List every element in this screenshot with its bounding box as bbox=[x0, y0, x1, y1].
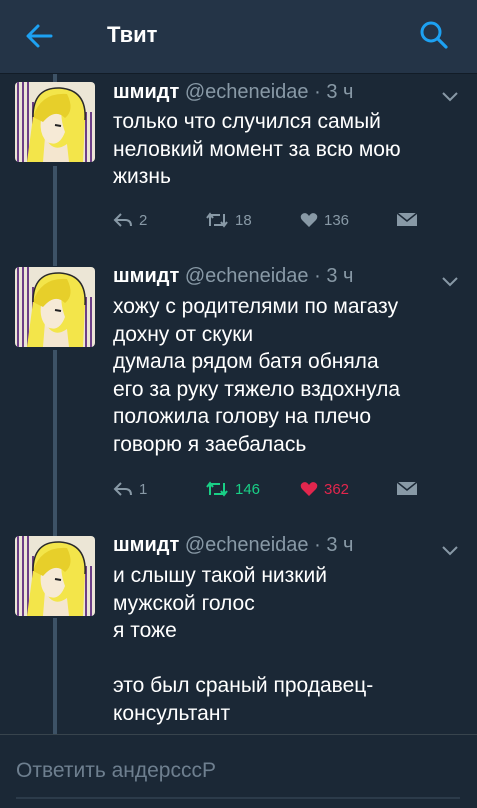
chevron-down-icon[interactable] bbox=[440, 544, 460, 558]
reply-count: 1 bbox=[139, 480, 148, 498]
tweet-actions: 2 18 136 bbox=[113, 209, 433, 231]
tweet-text-line: это был сраный продавец- bbox=[113, 674, 374, 697]
tweet-text-line: его за руку тяжело вздохнула bbox=[113, 377, 401, 401]
chevron-down-icon[interactable] bbox=[440, 275, 460, 289]
author-handle[interactable]: @echeneidae bbox=[185, 534, 309, 556]
tweet-text: хожу с родителями по магазу дохну от ску… bbox=[113, 293, 468, 458]
tweet-text-line bbox=[113, 645, 468, 673]
retweet-button[interactable]: 18 bbox=[205, 209, 252, 231]
retweet-count: 18 bbox=[235, 211, 252, 229]
reply-button[interactable]: 1 bbox=[113, 478, 147, 500]
chevron-down-icon[interactable] bbox=[440, 90, 460, 104]
thread-connector bbox=[53, 166, 57, 266]
retweet-icon bbox=[206, 481, 228, 497]
retweet-count: 146 bbox=[235, 480, 261, 498]
tweet-text-line: только что случился самый bbox=[113, 110, 381, 133]
tweet-text: и слышу такой низкий мужской голос я тож… bbox=[113, 562, 468, 727]
envelope-icon bbox=[396, 481, 418, 495]
tweet-text-line: я тоже bbox=[113, 619, 177, 642]
tweet-text-line: говорю я заебалась bbox=[113, 432, 307, 456]
direct-message-button[interactable] bbox=[396, 478, 418, 500]
arrow-left-icon[interactable] bbox=[24, 22, 54, 50]
thread-connector bbox=[53, 350, 57, 536]
page-title: Твит bbox=[107, 22, 158, 47]
tweet-text-line: консультант bbox=[113, 701, 231, 725]
reply-input[interactable] bbox=[16, 745, 460, 799]
retweet-icon bbox=[206, 212, 228, 228]
tweet-header: шмидт @echeneidae · 3 ч bbox=[113, 81, 353, 104]
tweet-text-line: неловкий момент за всю мою bbox=[113, 137, 401, 161]
tweet-header: шмидт @echeneidae · 3 ч bbox=[113, 265, 353, 288]
like-button[interactable]: 136 bbox=[300, 209, 349, 231]
tweet-text-line: и слышу такой низкий bbox=[113, 564, 327, 587]
tweet-text-line: мужской голос bbox=[113, 591, 255, 615]
retweet-button[interactable]: 146 bbox=[205, 478, 260, 500]
tweet-time: · 3 ч bbox=[314, 265, 354, 287]
app-header: Твит bbox=[0, 0, 477, 74]
heart-icon bbox=[300, 213, 318, 227]
author-handle[interactable]: @echeneidae bbox=[185, 265, 309, 287]
tweet-text-line: дохну от скуки bbox=[113, 322, 254, 346]
tweet-text-line: положила голову на плечо bbox=[113, 405, 372, 428]
tweet-actions: 1 146 362 bbox=[113, 478, 433, 500]
like-count: 362 bbox=[324, 480, 350, 498]
tweet-time: · 3 ч bbox=[314, 81, 354, 103]
like-count: 136 bbox=[324, 211, 350, 229]
like-button[interactable]: 362 bbox=[300, 478, 349, 500]
tweet-text: только что случился самый неловкий момен… bbox=[113, 108, 468, 191]
tweet-time: · 3 ч bbox=[314, 534, 354, 556]
author-name[interactable]: шмидт bbox=[113, 534, 179, 556]
reply-icon bbox=[113, 482, 132, 496]
tweet-text-line: жизнь bbox=[113, 165, 171, 188]
tweet-text-line: хожу с родителями по магазу bbox=[113, 295, 399, 318]
avatar[interactable] bbox=[15, 536, 95, 616]
envelope-icon bbox=[396, 212, 418, 226]
thread-connector bbox=[53, 618, 57, 734]
search-icon[interactable] bbox=[419, 20, 449, 50]
tweet-header: шмидт @echeneidae · 3 ч bbox=[113, 534, 353, 557]
reply-bar bbox=[0, 734, 477, 808]
direct-message-button[interactable] bbox=[396, 209, 418, 231]
author-name[interactable]: шмидт bbox=[113, 81, 179, 103]
avatar[interactable] bbox=[15, 267, 95, 347]
author-name[interactable]: шмидт bbox=[113, 265, 179, 287]
tweet-thread: шмидт @echeneidae · 3 ч только что случи… bbox=[0, 74, 477, 734]
reply-button[interactable]: 2 bbox=[113, 209, 147, 231]
avatar[interactable] bbox=[15, 82, 95, 162]
heart-icon bbox=[300, 482, 318, 496]
reply-icon bbox=[113, 213, 132, 227]
reply-count: 2 bbox=[139, 211, 148, 229]
tweet-text-line: думала рядом батя обняла bbox=[113, 350, 379, 373]
author-handle[interactable]: @echeneidae bbox=[185, 81, 309, 103]
